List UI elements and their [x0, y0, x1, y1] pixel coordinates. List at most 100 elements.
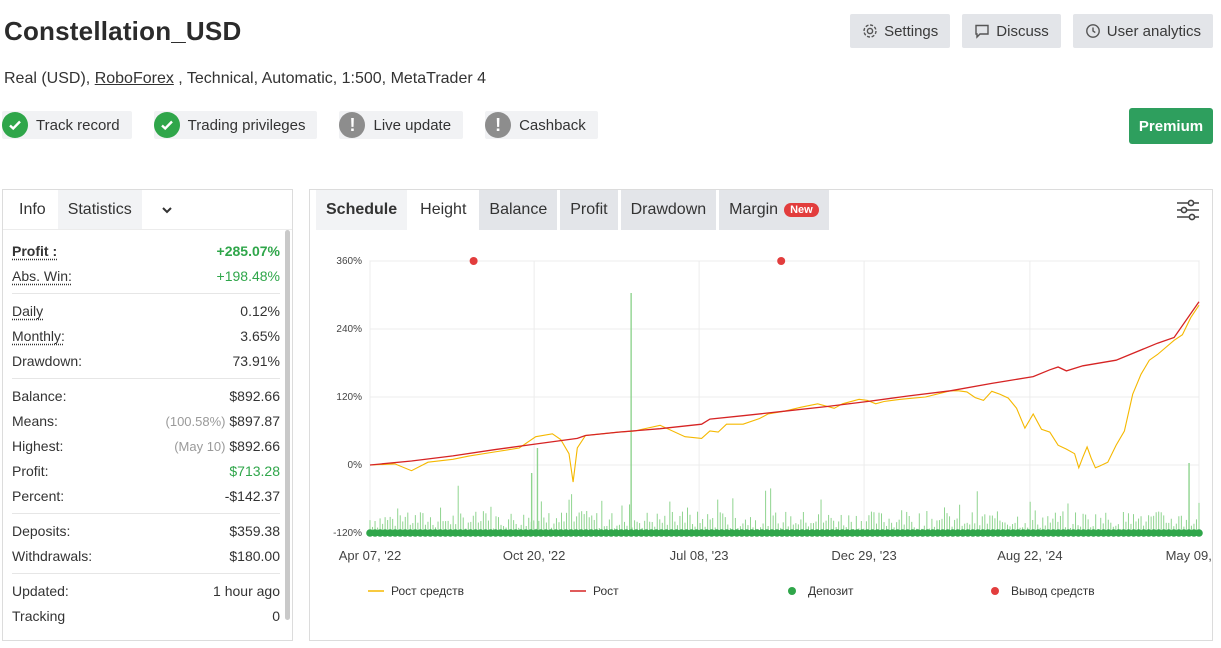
stat-label: Deposits:	[12, 522, 71, 539]
legend-label: Вывод средств	[1011, 584, 1095, 598]
stat-value: $713.28	[229, 462, 280, 479]
stat-row-daily: Daily 0.12%	[12, 298, 280, 323]
growth-chart: 360% 240% 120% 0% -120% Apr 07, '22 Oct 20, '…	[333, 256, 1212, 598]
stat-value: 73.91%	[232, 352, 280, 369]
account-subtitle: Real (USD), RoboForex , Technical, Autom…	[4, 70, 486, 88]
stat-row-profit-percent: Profit : +285.07%	[12, 238, 280, 263]
stats-panel: Info Statistics Profit : +285.07% Abs. W…	[2, 189, 293, 641]
stat-label: Drawdown:	[12, 352, 83, 369]
x-tick-label: Jul 08, '23	[670, 548, 729, 563]
stat-row-withdrawals: Withdrawals: $180.00	[12, 543, 280, 568]
stat-label: Means:	[12, 412, 58, 429]
subtitle-prefix: Real (USD),	[4, 70, 95, 87]
stat-label: Percent:	[12, 487, 65, 504]
gear-icon	[863, 24, 877, 38]
stat-value: $180.00	[229, 547, 280, 564]
stat-row-abs-win: Abs. Win: +198.48%	[12, 263, 280, 288]
stat-row-updated: Updated: 1 hour ago	[12, 578, 280, 603]
stat-value: 0.12%	[240, 302, 280, 319]
settings-button[interactable]: Settings	[850, 14, 951, 48]
tab-statistics[interactable]: Statistics	[57, 190, 142, 229]
badge-label: Track record	[36, 116, 120, 134]
stat-row-monthly: Monthly: 3.65%	[12, 323, 280, 348]
stat-label: Tracking	[12, 607, 66, 624]
y-tick-label: 360%	[336, 256, 362, 267]
subtitle-suffix: , Technical, Automatic, 1:500, MetaTrade…	[173, 70, 487, 87]
stat-row-profit-amount: Profit: $713.28	[12, 458, 280, 483]
check-icon	[153, 112, 180, 138]
tab-margin[interactable]: Margin New	[719, 190, 829, 230]
y-tick-label: 120%	[336, 392, 362, 403]
stat-row-highest: Highest: (May 10) $892.66	[12, 433, 280, 458]
legend-swatch	[991, 587, 999, 595]
discuss-label: Discuss	[996, 22, 1049, 40]
chat-icon	[975, 24, 989, 39]
stat-value: (May 10) $892.66	[174, 438, 280, 454]
tab-balance[interactable]: Balance	[479, 190, 558, 230]
stat-label: Withdrawals:	[12, 547, 93, 564]
check-icon	[2, 112, 28, 138]
sliders-icon[interactable]	[1176, 199, 1200, 221]
stat-label[interactable]: Monthly:	[12, 328, 65, 344]
stat-value: 0	[272, 607, 280, 624]
stat-value: -$142.37	[224, 487, 280, 504]
chevron-down-icon	[161, 206, 172, 213]
withdrawal-marker	[469, 257, 478, 265]
badge-trading-privileges[interactable]: Trading privileges	[153, 111, 318, 139]
stat-value: +198.48%	[216, 267, 280, 284]
stat-label: Profit:	[12, 462, 49, 479]
badge-track-record[interactable]: Track record	[2, 111, 132, 139]
clock-icon	[1085, 24, 1100, 38]
stat-row-drawdown: Drawdown: 73.91%	[12, 348, 280, 373]
badge-label: Trading privileges	[187, 116, 306, 134]
broker-link[interactable]: RoboForex	[95, 70, 174, 87]
stats-scrollbar[interactable]	[285, 230, 290, 620]
stat-value: 1 hour ago	[213, 582, 280, 599]
stat-label[interactable]: Daily	[12, 303, 43, 319]
stat-value: 3.65%	[240, 327, 280, 344]
settings-label: Settings	[884, 22, 939, 40]
stat-value: +285.07%	[216, 242, 280, 259]
stat-label: Updated:	[12, 582, 69, 599]
y-tick-label: 0%	[348, 460, 363, 471]
y-tick-label: 240%	[336, 324, 362, 335]
stat-row-tracking: Tracking 0	[12, 603, 280, 628]
badge-live-update[interactable]: ! Live update	[339, 111, 464, 139]
user-analytics-button[interactable]: User analytics	[1072, 14, 1213, 48]
x-tick-label: Dec 29, '23	[831, 548, 896, 563]
stat-label: Highest:	[12, 437, 64, 454]
tab-schedule[interactable]: Schedule	[316, 190, 408, 230]
stat-value-amount: $892.66	[229, 437, 280, 454]
tab-info[interactable]: Info	[3, 190, 58, 229]
stat-row-balance: Balance: $892.66	[12, 383, 280, 408]
premium-button[interactable]: Premium	[1129, 108, 1213, 144]
withdrawal-marker	[777, 257, 786, 265]
badge-cashback[interactable]: ! Cashback	[485, 111, 598, 139]
page-title: Constellation_USD	[4, 16, 242, 46]
tab-profit[interactable]: Profit	[560, 190, 618, 230]
tab-dropdown[interactable]	[150, 190, 184, 229]
stat-label: Balance:	[12, 387, 67, 404]
stat-value-amount: $897.87	[229, 412, 280, 429]
tab-margin-label: Margin	[729, 201, 779, 218]
exclamation-icon: !	[339, 112, 366, 138]
tab-drawdown[interactable]: Drawdown	[620, 190, 717, 230]
stat-value: (100.58%) $897.87	[166, 413, 280, 429]
chart-panel: Schedule Height Balance Profit Drawdown …	[309, 189, 1213, 641]
legend-label: Рост средств	[391, 584, 464, 598]
exclamation-icon: !	[485, 112, 512, 138]
new-badge: New	[784, 203, 819, 217]
legend-label: Депозит	[808, 584, 854, 598]
tab-height[interactable]: Height	[410, 190, 477, 230]
discuss-button[interactable]: Discuss	[962, 14, 1061, 48]
legend-swatch	[788, 587, 796, 595]
stat-value: $359.38	[229, 522, 280, 539]
stat-label[interactable]: Profit :	[12, 243, 57, 259]
stat-row-deposits: Deposits: $359.38	[12, 518, 280, 543]
stat-row-means: Means: (100.58%) $897.87	[12, 408, 280, 433]
x-tick-label: May 09, '25	[1166, 548, 1212, 563]
legend-label: Рост	[593, 584, 619, 598]
stat-label[interactable]: Abs. Win:	[12, 268, 72, 284]
stat-value-note: (May 10)	[174, 438, 226, 454]
badge-label: Live update	[373, 116, 452, 134]
